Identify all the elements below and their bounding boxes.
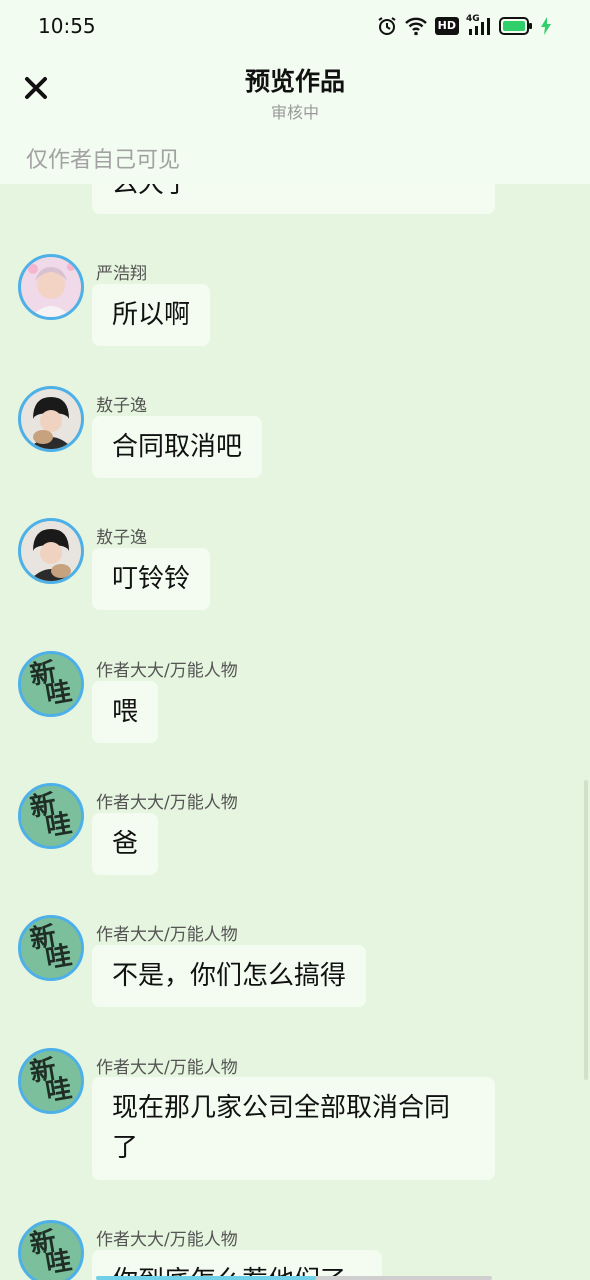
avatar-yan-haoxiang[interactable]: [18, 254, 84, 320]
message-text: 叮铃铃: [112, 564, 191, 594]
wifi-icon: [404, 17, 427, 36]
message-text: 不是，你们怎么搞得: [112, 961, 347, 991]
review-status: 审核中: [270, 103, 319, 122]
avatar-label-line2: 哇: [43, 676, 75, 711]
avatar-label: 新哇: [21, 1051, 81, 1111]
message-bubble: 合同取消吧: [92, 416, 263, 478]
message-text: 所以啊: [112, 300, 191, 330]
sender-name: 作者大大/万能人物: [96, 793, 238, 813]
hd-icon: HD: [434, 17, 459, 35]
message-bubble: 爸: [92, 813, 159, 875]
sender-name: 敖子逸: [96, 396, 147, 416]
chat-list[interactable]: 么大了 严浩翔 所以啊 敖子逸 合同取消吧 敖子逸 叮铃铃 新哇 作者大大/万能…: [0, 184, 590, 1280]
status-bar: 10:55 HD 4G: [0, 0, 590, 52]
message-bubble: 现在那几家公司全部取消合同 了: [92, 1077, 495, 1180]
sender-name: 作者大大/万能人物: [96, 1058, 238, 1078]
message-text: 爸: [112, 829, 139, 859]
message-bubble: 喂: [92, 681, 159, 743]
avatar-ao-ziyi[interactable]: [18, 518, 84, 584]
message-text: 么大了: [112, 184, 191, 199]
alarm-icon: [378, 17, 396, 35]
charging-icon: [541, 17, 551, 35]
battery-icon: [499, 17, 532, 35]
avatar-label-line2: 哇: [43, 1245, 75, 1280]
message-bubble: 不是，你们怎么搞得: [92, 945, 367, 1007]
visibility-notice: 仅作者自己可见: [26, 148, 181, 173]
avatar-author[interactable]: 新哇: [18, 1048, 84, 1114]
sender-name: 作者大大/万能人物: [96, 925, 238, 945]
sender-name: 作者大大/万能人物: [96, 1230, 238, 1250]
message-bubble: 么大了: [92, 184, 495, 214]
message-text: 喂: [112, 697, 139, 727]
avatar-author[interactable]: 新哇: [18, 1220, 84, 1280]
message-text-line1: 现在那几家公司全部取消合同: [112, 1093, 451, 1123]
avatar-label-line2: 哇: [43, 808, 75, 843]
sender-name: 敖子逸: [96, 528, 147, 548]
message-bubble: 叮铃铃: [92, 548, 211, 610]
avatar-label: 新哇: [21, 654, 81, 714]
avatar-label-line2: 哇: [43, 940, 75, 975]
status-icons: HD 4G: [377, 14, 552, 37]
avatar-label: 新哇: [21, 1223, 81, 1280]
signal-4g-icon: 4G: [466, 14, 492, 36]
reading-progress-bar: [0, 1274, 590, 1280]
scrollbar[interactable]: [584, 780, 588, 1080]
status-time: 10:55: [38, 14, 96, 38]
avatar-author[interactable]: 新哇: [18, 651, 84, 717]
message-text: 合同取消吧: [112, 432, 243, 462]
page-title: 预览作品: [244, 67, 345, 96]
message-bubble: 所以啊: [92, 284, 211, 346]
avatar-author[interactable]: 新哇: [18, 783, 84, 849]
sender-name: 严浩翔: [96, 264, 147, 284]
avatar-label-line2: 哇: [43, 1073, 75, 1108]
avatar-ao-ziyi[interactable]: [18, 386, 84, 452]
sender-name: 作者大大/万能人物: [96, 661, 238, 681]
message-text-line2: 了: [112, 1133, 139, 1163]
avatar-author[interactable]: 新哇: [18, 915, 84, 981]
avatar-label: 新哇: [21, 918, 81, 978]
preview-header: 预览作品 审核中 仅作者自己可见: [0, 52, 590, 184]
avatar-label: 新哇: [21, 786, 81, 846]
